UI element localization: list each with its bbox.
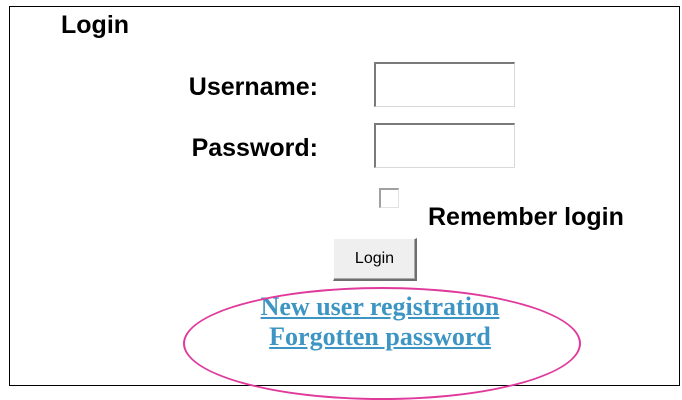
remember-login-label: Remember login <box>428 203 624 231</box>
forgotten-password-link[interactable]: Forgotten password <box>178 322 582 352</box>
login-title: Login <box>61 11 130 39</box>
password-label: Password: <box>191 134 318 162</box>
remember-login-checkbox[interactable] <box>379 188 399 208</box>
username-label: Username: <box>188 73 318 101</box>
username-input[interactable] <box>374 62 515 107</box>
password-input[interactable] <box>374 123 515 168</box>
account-links: New user registration Forgotten password <box>178 292 582 352</box>
login-button[interactable]: Login <box>333 238 417 281</box>
new-user-registration-link[interactable]: New user registration <box>178 292 582 322</box>
